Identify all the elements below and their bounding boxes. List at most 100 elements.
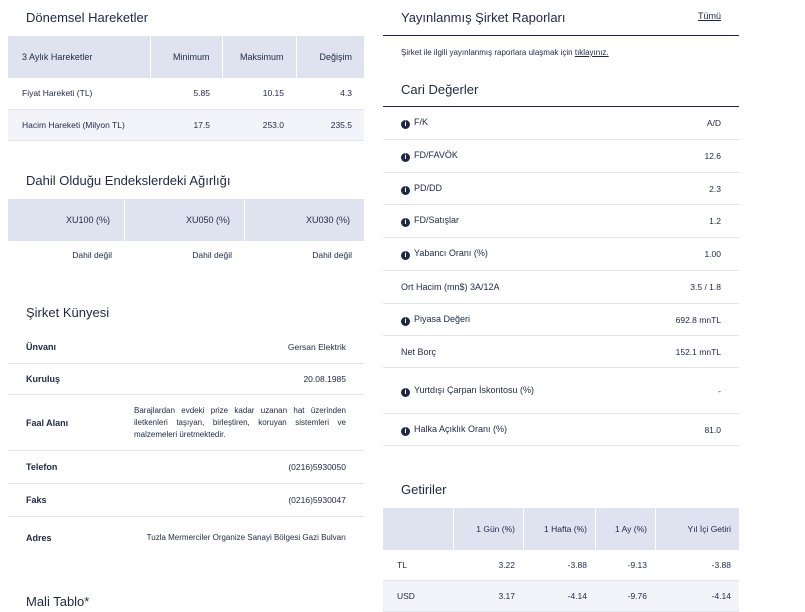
cari-title: Cari Değerler (401, 82, 479, 97)
cari-label: Ort Hacim (mn$) 3A/12A (401, 282, 500, 292)
donemsel-header-row: 3 Aylık Hareketler Minimum Maksimum Deği… (8, 36, 364, 78)
getiriler-title: Getiriler (401, 482, 447, 497)
info-icon[interactable]: i (401, 153, 410, 162)
kunye-value: (0216)5930047 (288, 495, 346, 505)
raporlar-divider (383, 35, 739, 36)
cari-value: 1.00 (704, 249, 721, 259)
cari-label: Piyasa Değeri (414, 313, 471, 324)
getiri-value: -9.13 (627, 560, 647, 570)
donemsel-header-max: Maksimum (221, 36, 296, 78)
getiriler-header-row: 1 Gün (%) 1 Hafta (%) 1 Ay (%) Yıl İçi G… (383, 508, 739, 550)
getiri-value: -9.76 (627, 591, 647, 601)
getiriler-header-1h: 1 Hafta (%) (523, 508, 595, 550)
endeks-value-xu050: Dahil değil (192, 250, 232, 260)
endeks-value-xu030: Dahil değil (312, 250, 352, 260)
getiriler-header-1g: 1 Gün (%) (453, 508, 523, 550)
cari-row-netborc: Net Borç 152.1 mnTL (383, 336, 739, 368)
endeks-header: XU100 (%) XU050 (%) XU030 (%) (8, 199, 364, 241)
cari-table: i F/K A/D i FD/FAVÖK 12.6 i PD/DD 2.3 i FD/S… (383, 107, 739, 446)
cari-row-orthacim: Ort Hacim (mn$) 3A/12A 3.5 / 1.8 (383, 271, 739, 304)
raporlar-title: Yayınlanmış Şirket Raporları (401, 10, 566, 25)
table-row: TL 3.22 -3.88 -9.13 -3.88 (383, 550, 739, 581)
getiriler-header-1a: 1 Ay (%) (595, 508, 655, 550)
kunye-row-adres: Adres Tuzla Mermerciler Organize Sanayi … (8, 517, 364, 559)
info-icon[interactable]: i (401, 218, 410, 227)
table-row: Fiyat Hareketi (TL) 5.85 10.15 4.3 (8, 78, 364, 109)
raporlar-desc: Şirket ile ilgili yayınlanmış raporlara … (401, 48, 573, 57)
cari-row-fdsatis: i FD/Satışlar 1.2 (383, 205, 739, 238)
row-min: 17.5 (193, 119, 210, 130)
cari-row-halka: i Halka Açıklık Oranı (%) 81.0 (383, 414, 739, 446)
info-icon[interactable]: i (401, 388, 410, 397)
getiri-value: -4.14 (711, 591, 731, 601)
row-min: 5.85 (193, 88, 210, 99)
donemsel-table: 3 Aylık Hareketler Minimum Maksimum Deği… (8, 36, 364, 141)
cari-row-yurtdisi: i Yurtdışı Çarpan İskontosu (%) - (383, 368, 739, 414)
info-icon[interactable]: i (401, 185, 410, 195)
getiri-label: USD (397, 591, 415, 601)
raporlar-desc-link[interactable]: tıklayınız. (575, 48, 609, 57)
donemsel-header-min: Minimum (149, 36, 222, 78)
cari-value: 1.2 (709, 216, 721, 226)
info-icon[interactable]: i (401, 316, 410, 326)
cari-value: - (718, 385, 721, 396)
kunye-value: Gersan Elektrik (287, 342, 346, 352)
table-row: USD 3.17 -4.14 -9.76 -4.14 (383, 581, 739, 612)
kunye-value: 20.08.1985 (303, 374, 346, 384)
getiri-value: -3.88 (567, 560, 587, 570)
cari-value: 2.3 (709, 183, 721, 194)
cari-row-pddd: i PD/DD 2.3 (383, 173, 739, 205)
row-max: 10.15 (262, 88, 284, 99)
cari-value: 12.6 (704, 151, 721, 161)
row-label: Hacim Hareketi (Milyon TL) (22, 119, 125, 130)
endeks-value-xu100: Dahil değil (72, 250, 112, 260)
endeks-title: Dahil Olduğu Endekslerdeki Ağırlığı (26, 173, 231, 188)
mali-title: Mali Tablo* (26, 594, 90, 609)
kunye-label: Adres (26, 533, 52, 543)
endeks-header-xu050: XU050 (%) (124, 199, 244, 241)
cari-value: A/D (706, 118, 721, 128)
cari-row-fdfavok: i FD/FAVÖK 12.6 (383, 140, 739, 173)
table-row: Hacim Hareketi (Milyon TL) 17.5 253.0 23… (8, 109, 364, 140)
info-icon[interactable]: i (401, 426, 410, 436)
cari-label: Yabancı Oranı (%) (414, 248, 488, 258)
donemsel-title: Dönemsel Hareketler (26, 10, 149, 25)
info-icon[interactable]: i (401, 251, 410, 260)
cari-label: FD/Satışlar (414, 215, 460, 225)
kunye-label: Kuruluş (26, 374, 61, 384)
row-chg: 4.3 (340, 88, 352, 99)
row-chg: 235.5 (330, 119, 352, 130)
cari-row-fk: i F/K A/D (383, 107, 739, 140)
getiri-value: 3.22 (498, 560, 515, 570)
getiri-value: 3.17 (498, 591, 515, 601)
raporlar-all-link[interactable]: Tümü (698, 11, 721, 21)
cari-row-yabanci: i Yabancı Oranı (%) 1.00 (383, 238, 739, 271)
kunye-value: (0216)5930050 (288, 462, 346, 472)
kunye-row-kurulus: Kuruluş 20.08.1985 (8, 364, 364, 395)
kunye-value: Barajlardan evdeki prize kadar uzanan ha… (134, 405, 346, 439)
endeks-header-xu030: XU030 (%) (244, 199, 364, 241)
cari-label: PD/DD (414, 182, 443, 193)
donemsel-header-chg: Değişim (295, 36, 364, 78)
info-icon[interactable]: i (401, 120, 410, 129)
kunye-row-telefon: Telefon (0216)5930050 (8, 451, 364, 484)
kunye-label: Ünvanı (26, 342, 57, 352)
raporlar-desc-line: Şirket ile ilgili yayınlanmış raporlara … (401, 48, 609, 57)
getiri-value: -4.14 (567, 591, 587, 601)
cari-row-piyasa: i Piyasa Değeri 692.8 mnTL (383, 304, 739, 336)
cari-label: FD/FAVÖK (414, 150, 458, 160)
endeks-header-xu100: XU100 (%) (65, 215, 110, 225)
cari-label: F/K (414, 117, 429, 127)
getiri-label: TL (397, 560, 407, 570)
cari-label: Net Borç (401, 346, 437, 357)
kunye-label: Faal Alanı (26, 417, 69, 428)
cari-value: 692.8 mnTL (675, 314, 721, 325)
kunye-row-unvan: Ünvanı Gersan Elektrik (8, 331, 364, 364)
cari-label: Yurtdışı Çarpan İskontosu (%) (414, 385, 535, 395)
kunye-value: Tuzla Mermerciler Organize Sanayi Bölges… (146, 533, 346, 542)
kunye-label: Faks (26, 495, 47, 505)
kunye-title: Şirket Künyesi (26, 305, 110, 320)
cari-value: 3.5 / 1.8 (690, 282, 721, 292)
cari-value: 152.1 mnTL (675, 346, 721, 357)
getiri-value: -3.88 (711, 560, 731, 570)
